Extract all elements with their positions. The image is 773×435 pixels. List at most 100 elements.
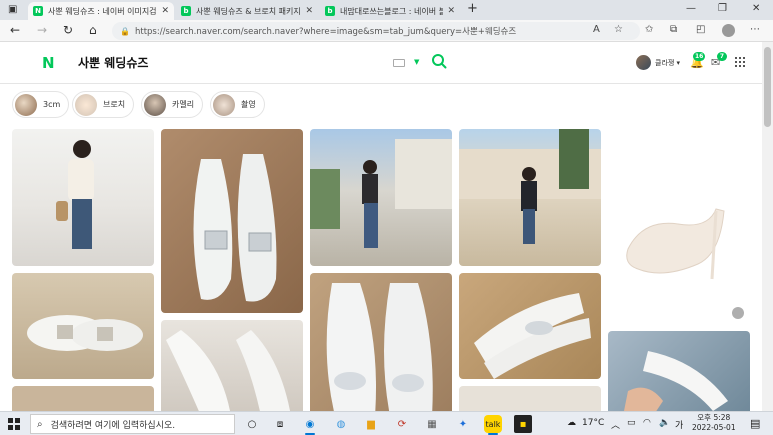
more-icon[interactable]: ⋯	[750, 24, 760, 35]
collections-icon[interactable]: ⧉	[670, 24, 677, 35]
keyboard-icon[interactable]	[393, 59, 405, 67]
edge-icon[interactable]: ◉	[301, 415, 319, 435]
chip-label: 3cm	[43, 100, 61, 109]
favorites-icon[interactable]: ✩	[645, 24, 653, 35]
blog-favicon-icon: b	[181, 6, 191, 16]
taskbar-search-input[interactable]: ⌕ 검색하려면 여기에 입력하십시오.	[30, 414, 235, 434]
cortana-icon[interactable]: ○	[243, 415, 261, 433]
close-window-button[interactable]: ✕	[752, 3, 760, 14]
chip-thumbnail	[213, 93, 235, 116]
minimize-button[interactable]: —	[686, 3, 696, 14]
lace-pump-photo	[626, 208, 725, 280]
tab-naver-image[interactable]: N 사뿐 웨딩슈즈 : 네이버 이미지검 ✕	[28, 2, 174, 20]
avatar[interactable]	[636, 55, 651, 70]
sticky-app-icon[interactable]: ▪	[514, 415, 532, 433]
ime-indicator[interactable]: 가	[675, 418, 683, 431]
chip-camelli[interactable]: 카멜리	[141, 91, 204, 118]
read-aloud-icon[interactable]: A	[593, 24, 600, 35]
image-result[interactable]	[608, 129, 750, 324]
image-result[interactable]	[161, 129, 303, 313]
chip-photoshoot[interactable]: 촬영	[210, 91, 265, 118]
zoom-icon[interactable]	[732, 307, 744, 319]
tab-title: 사뿐 웨딩슈즈 : 네이버 이미지검	[48, 6, 157, 16]
chip-label: 브로치	[103, 100, 126, 109]
image-result[interactable]	[12, 273, 154, 379]
close-tab-icon[interactable]: ✕	[305, 6, 313, 16]
naver-logo[interactable]: N	[42, 54, 55, 72]
profile-icon[interactable]	[722, 24, 735, 37]
file-explorer-icon[interactable]: ▆	[362, 415, 380, 433]
scrollbar-thumb[interactable]	[764, 47, 771, 127]
close-tab-icon[interactable]: ✕	[447, 6, 455, 16]
page-scrollbar[interactable]	[762, 42, 773, 411]
chip-thumbnail	[15, 93, 37, 116]
store-icon[interactable]: ▦	[423, 415, 441, 433]
home-icon[interactable]: ⌂	[89, 23, 97, 37]
refresh-icon[interactable]: ↻	[63, 23, 73, 37]
url-text: https://search.naver.com/search.naver?wh…	[134, 27, 517, 37]
notification-center-icon[interactable]: ▤	[750, 417, 760, 430]
related-keyword-chips: 3cm 브로치 카멜리 촬영	[0, 85, 762, 125]
caret-down-icon[interactable]: ▼	[414, 58, 419, 66]
crystal-flats-photo	[326, 283, 433, 411]
tab-blog-1[interactable]: b 사뿐 웨딩슈즈 & 브로치 패키지 ✕	[176, 2, 318, 20]
image-result[interactable]	[161, 320, 303, 411]
back-icon[interactable]: ←	[10, 23, 20, 37]
extensions-icon[interactable]: ◰	[696, 24, 705, 35]
image-result[interactable]	[310, 129, 452, 266]
app-grid-icon[interactable]	[735, 57, 745, 67]
url-input[interactable]: 🔒 https://search.naver.com/search.naver?…	[112, 22, 640, 40]
weather-icon[interactable]: ☁	[567, 418, 576, 428]
favorite-star-icon[interactable]: ☆	[614, 24, 623, 35]
white-pumps-closeup-photo	[166, 330, 290, 411]
white-pumps-brooch-photo	[193, 154, 277, 302]
image-result[interactable]	[608, 331, 750, 411]
white-heels-on-box-photo	[474, 293, 591, 379]
weather-temp[interactable]: 17°C	[582, 418, 604, 428]
taskbar-search-placeholder: 검색하려면 여기에 입력하십시오.	[50, 420, 176, 431]
woman-standing-photo	[56, 140, 94, 249]
woman-walking-photo	[310, 139, 452, 248]
app-icon[interactable]: ⟳	[393, 415, 411, 433]
image-result[interactable]	[310, 273, 452, 411]
chip-thumbnail	[144, 93, 166, 116]
browser-tab-strip: ▣ N 사뿐 웨딩슈즈 : 네이버 이미지검 ✕ b 사뿐 웨딩슈즈 & 브로치…	[0, 0, 773, 20]
search-icon[interactable]	[431, 53, 447, 69]
image-result[interactable]	[12, 129, 154, 266]
user-name[interactable]: 클라쟁 ▾	[655, 58, 680, 68]
wifi-icon[interactable]: ◠	[643, 418, 651, 428]
windows-taskbar: ⌕ 검색하려면 여기에 입력하십시오. ○ ⧈ ◉ ◍ ▆ ⟳ ▦ ✦ talk…	[0, 411, 773, 435]
chip-thumbnail	[75, 93, 97, 116]
forward-icon[interactable]: →	[37, 23, 47, 37]
notification-badge: 16	[693, 52, 706, 61]
new-tab-button[interactable]: +	[467, 1, 478, 16]
chip-brooch[interactable]: 브로치	[72, 91, 135, 118]
search-query[interactable]: 사뿐 웨딩슈즈	[78, 54, 148, 71]
image-result[interactable]	[12, 386, 154, 411]
lock-icon: 🔒	[120, 26, 130, 36]
address-bar-row: ← → ↻ ⌂ 🔒 https://search.naver.com/searc…	[0, 20, 773, 42]
blog-favicon-icon: b	[325, 6, 335, 16]
white-heel-in-hand-photo	[624, 351, 728, 411]
tab-blog-2[interactable]: b 내맘대로쓰는블로그 : 네이버 블 ✕	[320, 2, 460, 20]
task-view-icon[interactable]: ⧈	[271, 415, 289, 433]
tab-actions-icon[interactable]: ▣	[8, 4, 17, 15]
volume-icon[interactable]: 🔈	[659, 418, 670, 428]
image-result[interactable]	[459, 129, 601, 266]
network-icon[interactable]: ▭	[627, 418, 636, 428]
chrome-icon[interactable]: ◍	[332, 415, 350, 433]
taskbar-clock[interactable]: 오후 5:28 2022-05-01	[692, 413, 736, 433]
app-icon[interactable]: ✦	[454, 415, 472, 433]
image-result[interactable]	[459, 273, 601, 379]
close-tab-icon[interactable]: ✕	[161, 6, 169, 16]
chip-label: 촬영	[241, 100, 256, 109]
maximize-button[interactable]: ❐	[718, 3, 727, 14]
chip-3cm[interactable]: 3cm	[12, 91, 70, 118]
image-result[interactable]	[459, 386, 601, 411]
tab-title: 내맘대로쓰는블로그 : 네이버 블	[340, 6, 444, 16]
chip-label: 카멜리	[172, 100, 195, 109]
tray-expand-icon[interactable]: ︿	[611, 418, 620, 431]
naver-favicon-icon: N	[33, 6, 43, 16]
windows-start-icon[interactable]	[8, 418, 20, 430]
kakaotalk-icon[interactable]: talk	[484, 415, 502, 435]
